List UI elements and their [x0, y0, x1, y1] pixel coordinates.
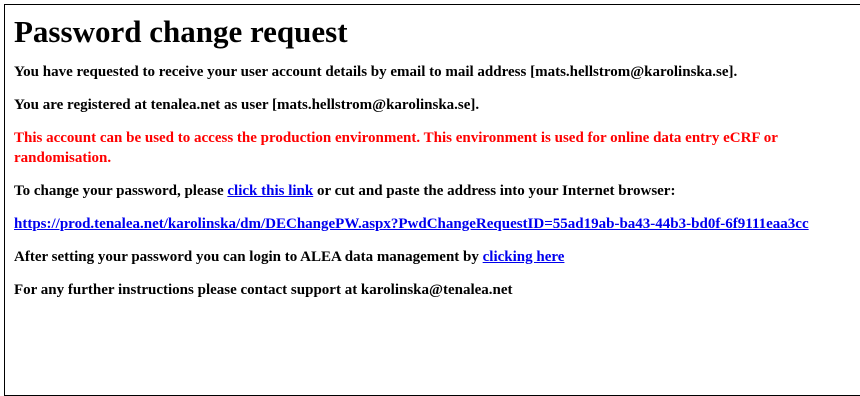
login-prefix-text: After setting your password you can logi…: [14, 249, 483, 265]
requested-text: You have requested to receive your user …: [14, 64, 738, 80]
change-suffix-text: or cut and paste the address into your I…: [313, 183, 676, 199]
click-this-link[interactable]: click this link: [227, 183, 313, 199]
registered-text: You are registered at tenalea.net as use…: [14, 97, 480, 113]
clicking-here-link[interactable]: clicking here: [483, 249, 565, 265]
reset-url-link[interactable]: https://prod.tenalea.net/karolinska/dm/D…: [14, 216, 809, 232]
support-text: For any further instructions please cont…: [14, 282, 513, 298]
page-title: Password change request: [14, 14, 348, 49]
change-prefix-text: To change your password, please: [14, 183, 228, 199]
login-instructions: After setting your password you can logi…: [14, 247, 860, 267]
email-body: Password change request You have request…: [14, 14, 860, 313]
reset-url-paragraph: https://prod.tenalea.net/karolinska/dm/D…: [14, 214, 814, 234]
production-warning: This account can be used to access the p…: [14, 130, 778, 166]
change-instructions: To change your password, please click th…: [14, 181, 860, 201]
